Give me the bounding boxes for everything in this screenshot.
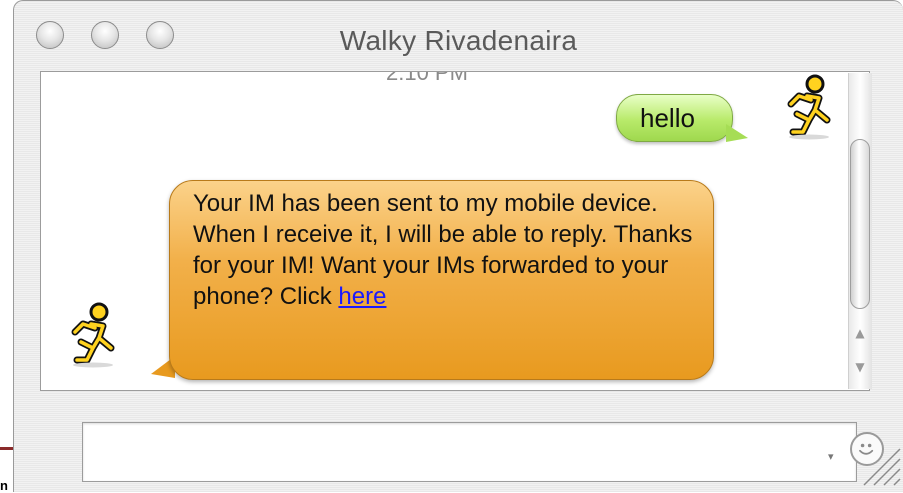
message-timestamp: 2:10 PM	[386, 71, 468, 85]
resize-grip-icon[interactable]	[856, 441, 902, 487]
incoming-message: Your IM has been sent to my mobile devic…	[151, 180, 716, 382]
background-partial-text: n	[0, 478, 8, 493]
outgoing-message-text: hello	[640, 103, 695, 133]
chevron-down-icon[interactable]: ▾	[828, 450, 834, 463]
message-input[interactable]	[89, 431, 773, 475]
incoming-message-text: Your IM has been sent to my mobile devic…	[193, 188, 703, 312]
window-title: Walky Rivadenaira	[339, 25, 578, 56]
message-scrollbar[interactable]: ▲ ▼	[848, 73, 872, 389]
aim-running-man-icon	[71, 302, 115, 368]
chat-window: Walky Rivadenaira 2:10 PM hello Your IM …	[13, 0, 903, 492]
message-history[interactable]: 2:10 PM hello Your IM has been sent to m…	[40, 71, 870, 391]
forward-ims-link[interactable]: here	[338, 283, 386, 310]
message-input-box[interactable]: ▾	[82, 422, 884, 482]
scroll-down-arrow-icon[interactable]: ▼	[849, 360, 871, 374]
incoming-message-body: Your IM has been sent to my mobile devic…	[193, 190, 693, 310]
aim-running-man-icon	[787, 74, 831, 140]
scroll-up-arrow-icon[interactable]: ▲	[849, 326, 871, 340]
outgoing-bubble-tail	[726, 124, 748, 142]
outgoing-message: hello	[616, 94, 756, 142]
scrollbar-thumb[interactable]	[850, 139, 870, 309]
title-bar[interactable]: Walky Rivadenaira	[14, 1, 903, 69]
